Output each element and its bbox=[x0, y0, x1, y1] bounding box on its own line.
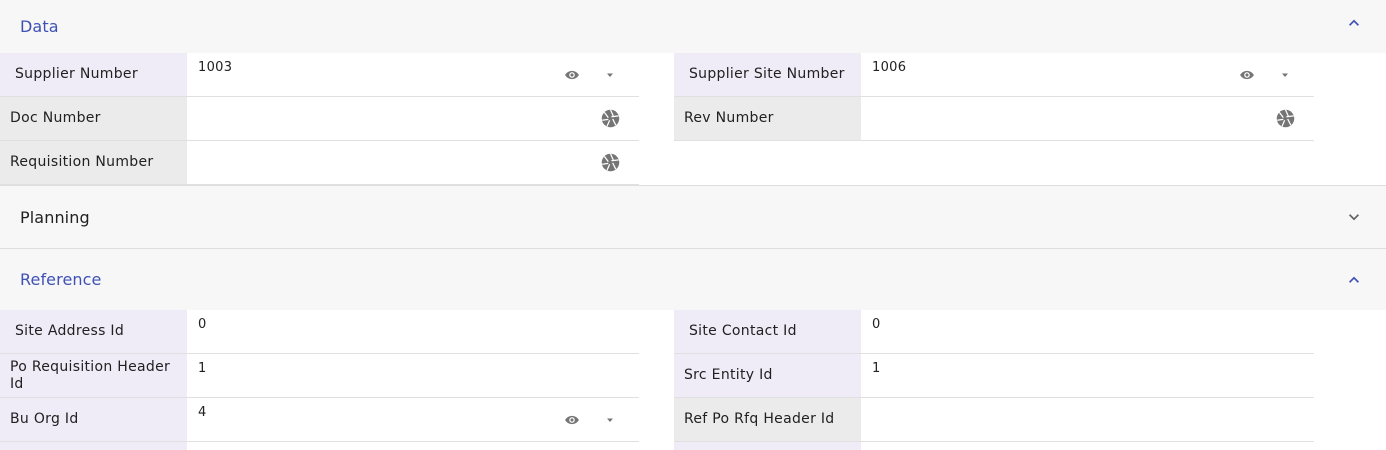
ref-po-rfq-header-id-field[interactable] bbox=[861, 398, 1314, 441]
supplier-site-number-field[interactable]: 1006 bbox=[861, 53, 1314, 96]
next-row-label-stub bbox=[674, 442, 861, 450]
field-row-src-entity-id: Src Entity Id 1 bbox=[674, 354, 1314, 398]
dropdown-arrow-icon[interactable] bbox=[603, 413, 617, 427]
section-body-data: Supplier Number 1003 Supplier Site Numbe… bbox=[0, 53, 1386, 185]
chevron-up-icon[interactable] bbox=[1344, 270, 1364, 290]
bu-org-id-field[interactable]: 4 bbox=[187, 398, 639, 441]
requisition-number-label: Requisition Number bbox=[0, 141, 187, 184]
section-title-data: Data bbox=[20, 17, 59, 36]
field-row-requisition-number: Requisition Number bbox=[0, 141, 639, 185]
next-row-label-stub bbox=[0, 442, 187, 450]
site-address-id-field[interactable]: 0 bbox=[187, 310, 639, 353]
bu-org-id-value[interactable]: 4 bbox=[198, 405, 207, 420]
site-contact-id-label: Site Contact Id bbox=[674, 310, 861, 353]
field-row-site-address-id: Site Address Id 0 bbox=[0, 310, 639, 354]
po-requisition-header-id-value[interactable]: 1 bbox=[198, 361, 207, 376]
doc-number-field[interactable] bbox=[187, 97, 639, 140]
supplier-site-number-label: Supplier Site Number bbox=[674, 53, 861, 96]
aperture-icon[interactable] bbox=[1275, 108, 1296, 129]
field-row-supplier-site-number: Supplier Site Number 1006 bbox=[674, 53, 1314, 97]
section-header-planning[interactable]: Planning bbox=[0, 186, 1386, 248]
bu-org-id-label: Bu Org Id bbox=[0, 398, 187, 441]
supplier-site-number-value[interactable]: 1006 bbox=[872, 60, 906, 75]
section-header-reference[interactable]: Reference bbox=[0, 249, 1386, 310]
field-row-bu-org-id: Bu Org Id 4 bbox=[0, 398, 639, 442]
eye-icon[interactable] bbox=[1238, 66, 1256, 84]
requisition-number-field[interactable] bbox=[187, 141, 639, 184]
src-entity-id-label: Src Entity Id bbox=[674, 354, 861, 397]
supplier-number-field[interactable]: 1003 bbox=[187, 53, 639, 96]
po-requisition-header-id-field[interactable]: 1 bbox=[187, 354, 639, 397]
supplier-number-value[interactable]: 1003 bbox=[198, 60, 232, 75]
site-contact-id-value[interactable]: 0 bbox=[872, 317, 881, 332]
field-row-po-requisition-header-id: Po Requisition Header Id 1 bbox=[0, 354, 639, 398]
supplier-number-label: Supplier Number bbox=[0, 53, 187, 96]
po-requisition-header-id-label: Po Requisition Header Id bbox=[0, 354, 187, 397]
field-row-ref-po-rfq-header-id: Ref Po Rfq Header Id bbox=[674, 398, 1314, 442]
field-row-doc-number: Doc Number bbox=[0, 97, 639, 141]
doc-number-label: Doc Number bbox=[0, 97, 187, 140]
eye-icon[interactable] bbox=[563, 411, 581, 429]
src-entity-id-field[interactable]: 1 bbox=[861, 354, 1314, 397]
section-header-data[interactable]: Data bbox=[0, 0, 1386, 53]
dropdown-arrow-icon[interactable] bbox=[1278, 68, 1292, 82]
site-address-id-label: Site Address Id bbox=[0, 310, 187, 353]
site-contact-id-field[interactable]: 0 bbox=[861, 310, 1314, 353]
chevron-up-icon[interactable] bbox=[1344, 13, 1364, 33]
site-address-id-value[interactable]: 0 bbox=[198, 317, 207, 332]
rev-number-field[interactable] bbox=[861, 97, 1314, 140]
section-body-reference: Site Address Id 0 Site Contact Id 0 Po R… bbox=[0, 310, 1386, 450]
field-row-rev-number: Rev Number bbox=[674, 97, 1314, 141]
field-row-supplier-number: Supplier Number 1003 bbox=[0, 53, 639, 97]
src-entity-id-value[interactable]: 1 bbox=[872, 361, 881, 376]
field-row-site-contact-id: Site Contact Id 0 bbox=[674, 310, 1314, 354]
chevron-down-icon[interactable] bbox=[1344, 207, 1364, 227]
eye-icon[interactable] bbox=[563, 66, 581, 84]
rev-number-label: Rev Number bbox=[674, 97, 861, 140]
section-title-reference: Reference bbox=[20, 270, 102, 289]
ref-po-rfq-header-id-label: Ref Po Rfq Header Id bbox=[674, 398, 861, 441]
aperture-icon[interactable] bbox=[600, 152, 621, 173]
section-title-planning: Planning bbox=[20, 207, 90, 227]
dropdown-arrow-icon[interactable] bbox=[603, 68, 617, 82]
form-page: Data Supplier Number 1003 Supplier Site … bbox=[0, 0, 1386, 450]
aperture-icon[interactable] bbox=[600, 108, 621, 129]
